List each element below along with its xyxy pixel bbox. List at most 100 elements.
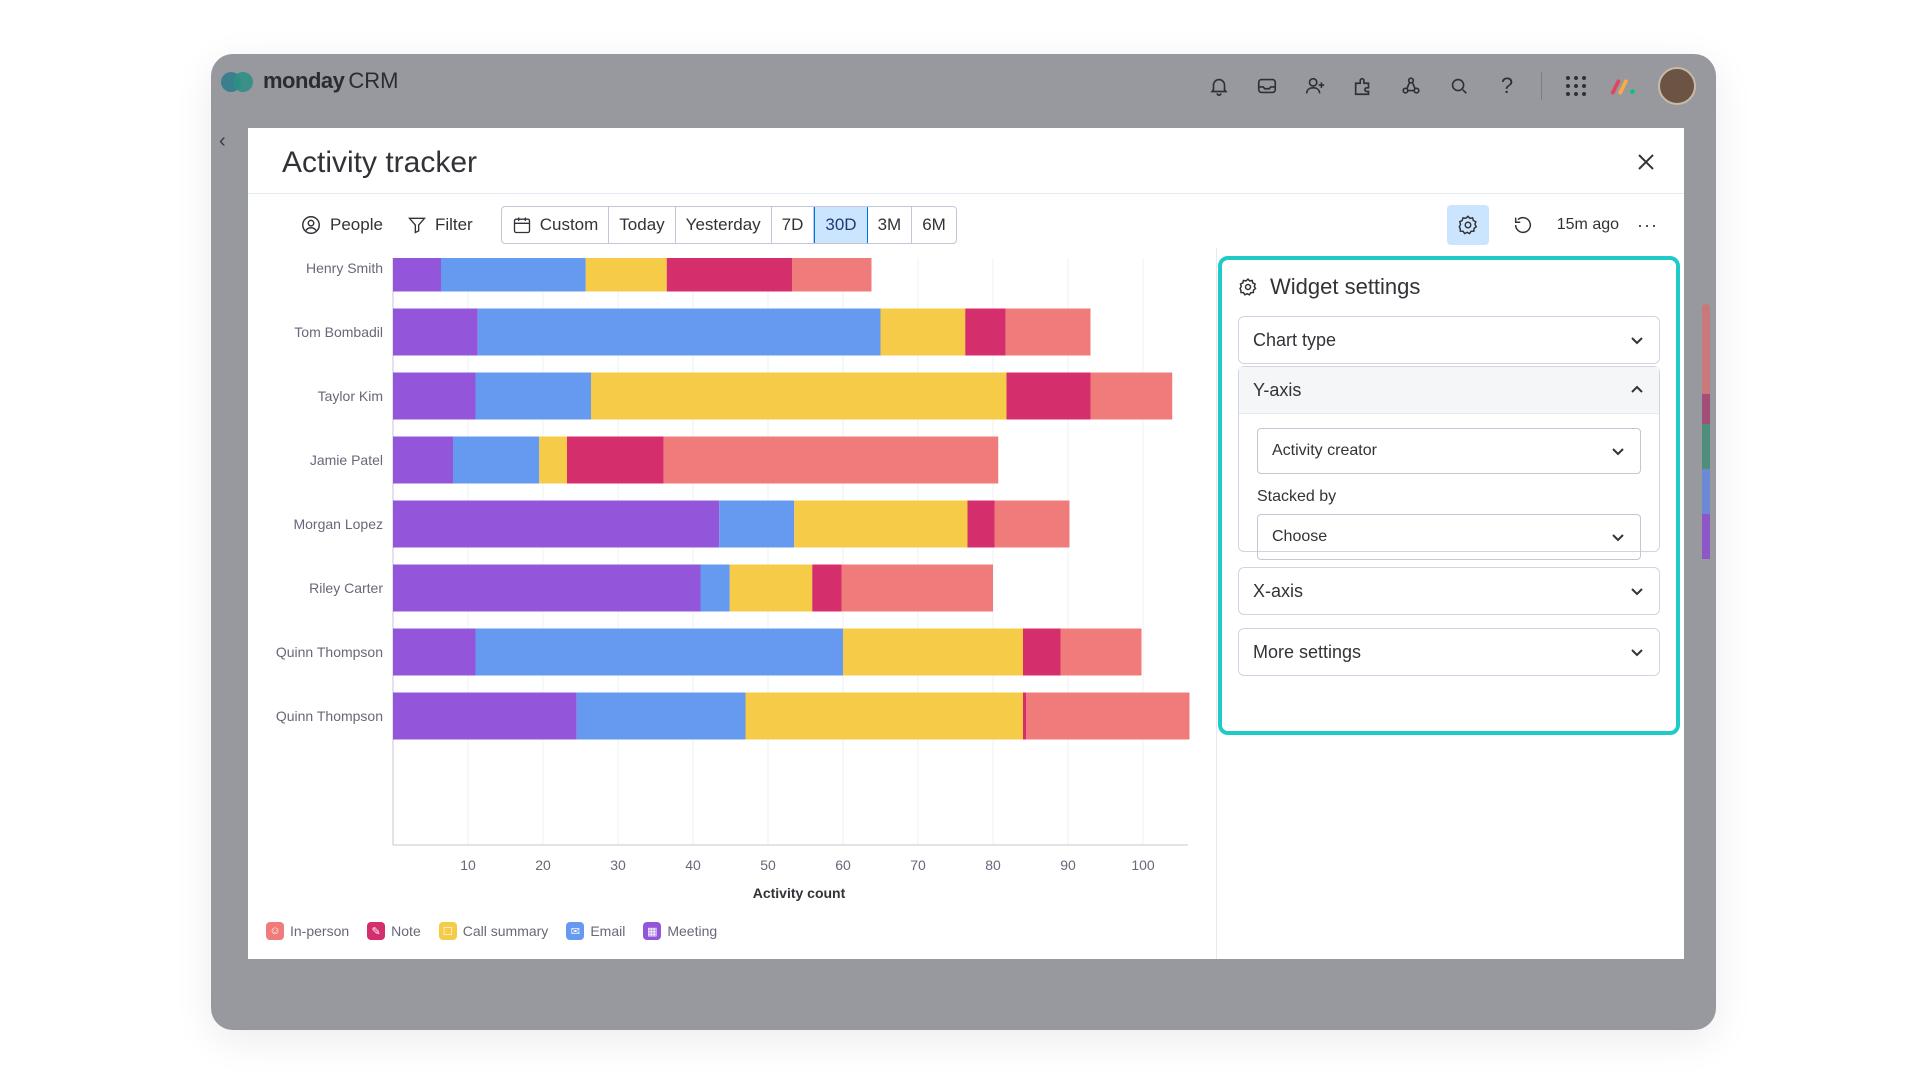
stacked-by-value: Choose [1272, 528, 1328, 545]
x-tick-label: 80 [985, 857, 1001, 873]
more-options-button[interactable]: ··· [1637, 215, 1658, 236]
x-axis-section: X-axis [1238, 567, 1660, 615]
bar-segment [477, 308, 881, 356]
close-icon [1638, 154, 1654, 170]
range-label: Custom [539, 215, 599, 234]
bar-segment [393, 692, 577, 740]
integrations-icon[interactable] [1397, 72, 1425, 100]
bar-segment [1060, 628, 1142, 676]
more-settings-section: More settings [1238, 628, 1660, 676]
panel-header: Widget settings [1238, 274, 1420, 300]
search-icon[interactable] [1445, 72, 1473, 100]
range-yesterday[interactable]: Yesterday [676, 207, 772, 243]
x-axis-title: Activity count [753, 885, 846, 901]
legend-item[interactable]: ✎ Note [367, 922, 421, 940]
x-tick-label: 90 [1060, 857, 1076, 873]
bar-segment [700, 564, 730, 612]
grid-icon[interactable] [1562, 72, 1590, 100]
x-tick-label: 10 [460, 857, 476, 873]
gear-icon [1239, 278, 1257, 296]
bar-segment [441, 258, 586, 292]
avatar[interactable] [1658, 67, 1696, 105]
y-axis-label: Y-axis [1253, 379, 1302, 400]
bar-segment [393, 564, 701, 612]
bar-segment [393, 628, 476, 676]
range-30d[interactable]: 30D [814, 207, 868, 243]
legend-item[interactable]: ☐ Call summary [438, 922, 549, 940]
legend-label: Call summary [462, 923, 549, 939]
stacked-by-dropdown[interactable]: Choose [1257, 514, 1641, 560]
filter-label: Filter [434, 215, 473, 234]
x-axis-label: X-axis [1253, 580, 1304, 601]
more-settings-accordion[interactable]: More settings [1239, 629, 1659, 675]
bar-segment [585, 258, 667, 292]
monday-product-icon[interactable] [1610, 72, 1638, 100]
gear-icon [1458, 215, 1477, 235]
y-tick-label: Quinn Thompson [276, 644, 383, 660]
people-filter-button[interactable]: People [288, 206, 395, 244]
chevron-down-icon [1612, 448, 1624, 456]
refresh-button[interactable] [1507, 209, 1539, 241]
y-tick-label: Morgan Lopez [293, 516, 383, 532]
logo[interactable]: monday CRM [221, 68, 398, 94]
range-7d[interactable]: 7D [772, 207, 815, 243]
chart-type-section: Chart type [1238, 316, 1660, 364]
bar-segment [1023, 628, 1061, 676]
bar-segment [745, 692, 1023, 740]
refresh-icon [1514, 217, 1531, 234]
bar-segment [1006, 372, 1091, 420]
range-6m[interactable]: 6M [912, 207, 956, 243]
filter-button[interactable]: Filter [395, 206, 485, 244]
panel-title: Widget settings [1270, 274, 1421, 299]
legend-label: In-person [290, 923, 350, 939]
bar-segment [1026, 692, 1190, 740]
close-button[interactable] [1626, 142, 1666, 182]
range-3m[interactable]: 3M [868, 207, 913, 243]
bar-segment [965, 308, 1006, 356]
bar-segment [812, 564, 842, 612]
top-icons: ? [1205, 67, 1696, 105]
brand-name: monday [263, 68, 345, 93]
stacked-by-label: Stacked by [1257, 488, 1337, 505]
person-icon: ☺ [266, 922, 284, 940]
pencil-icon: ✎ [367, 922, 386, 940]
email-icon: ✉ [566, 922, 585, 940]
bar-segment [719, 500, 795, 548]
top-bar: monday CRM ? [211, 54, 1716, 116]
invite-icon[interactable] [1301, 72, 1329, 100]
y-tick-label: Tom Bombadil [294, 324, 383, 340]
x-tick-label: 20 [535, 857, 551, 873]
y-axis-section: Y-axis Activity creator Stacked by Choos… [1238, 366, 1660, 560]
date-range-selector: Custom Today Yesterday 7D 30D 3M 6M [500, 206, 957, 244]
header-divider [248, 193, 1684, 194]
legend-item[interactable]: ☺ In-person [266, 922, 349, 940]
x-axis-accordion[interactable]: X-axis [1239, 568, 1659, 614]
bar-segment [393, 258, 441, 292]
range-custom[interactable]: Custom [502, 207, 610, 243]
range-today[interactable]: Today [609, 207, 676, 243]
bar-segment [792, 258, 872, 292]
apps-icon[interactable] [1349, 72, 1377, 100]
person-circle-icon [302, 216, 320, 234]
last-updated: 15m ago [1556, 216, 1620, 233]
x-tick-label: 100 [1131, 857, 1155, 873]
bell-icon[interactable] [1205, 72, 1233, 100]
chevron-up-icon [1631, 385, 1643, 393]
y-axis-accordion[interactable]: Y-axis [1239, 367, 1659, 414]
chart-type-accordion[interactable]: Chart type [1239, 317, 1659, 363]
legend-label: Email [590, 923, 626, 939]
y-tick-label: Riley Carter [309, 580, 383, 596]
bar-segment [666, 258, 792, 292]
help-icon[interactable]: ? [1493, 72, 1521, 100]
y-axis-dropdown[interactable]: Activity creator [1257, 428, 1641, 474]
chevron-left-icon[interactable]: ‹ [219, 130, 226, 153]
y-tick-label: Taylor Kim [318, 388, 383, 404]
legend-item[interactable]: ▦ Meeting [643, 922, 717, 940]
legend-label: Meeting [667, 923, 718, 939]
monday-logo-icon [221, 70, 255, 92]
chevron-down-icon [1631, 337, 1643, 345]
bar-segment [475, 628, 843, 676]
widget-settings-button[interactable] [1446, 205, 1489, 245]
inbox-icon[interactable] [1253, 72, 1281, 100]
legend-item[interactable]: ✉ Email [566, 922, 625, 940]
